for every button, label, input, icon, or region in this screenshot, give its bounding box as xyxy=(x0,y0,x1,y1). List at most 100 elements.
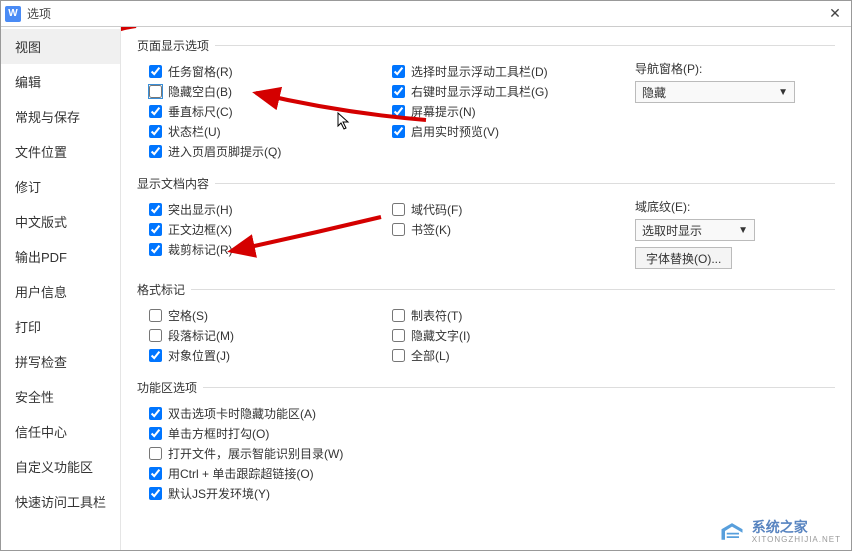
mouse-cursor-icon xyxy=(337,112,353,135)
sidebar-item[interactable]: 中文版式 xyxy=(1,204,120,239)
checkbox-option[interactable]: 双击选项卡时隐藏功能区(A) xyxy=(149,405,835,422)
checkbox-input[interactable] xyxy=(149,329,162,342)
sidebar-item[interactable]: 修订 xyxy=(1,169,120,204)
checkbox-label: 状态栏(U) xyxy=(168,123,221,140)
checkbox-label: 进入页眉页脚提示(Q) xyxy=(168,143,281,160)
checkbox-option[interactable]: 段落标记(M) xyxy=(149,327,392,344)
checkbox-input[interactable] xyxy=(392,309,405,322)
checkbox-input[interactable] xyxy=(392,223,405,236)
checkbox-option[interactable]: 空格(S) xyxy=(149,307,392,324)
checkbox-input[interactable] xyxy=(392,85,405,98)
sidebar-item[interactable]: 快速访问工具栏 xyxy=(1,484,120,519)
checkbox-input[interactable] xyxy=(149,223,162,236)
sidebar-item[interactable]: 用户信息 xyxy=(1,274,120,309)
checkbox-input[interactable] xyxy=(149,125,162,138)
checkbox-input[interactable] xyxy=(149,65,162,78)
checkbox-option[interactable]: 对象位置(J) xyxy=(149,347,392,364)
checkbox-input[interactable] xyxy=(149,487,162,500)
checkbox-option[interactable]: 书签(K) xyxy=(392,221,635,238)
checkbox-input[interactable] xyxy=(149,427,162,440)
watermark-text: 系统之家 xyxy=(752,519,808,535)
checkbox-label: 隐藏空白(B) xyxy=(168,83,232,100)
checkbox-input[interactable] xyxy=(392,125,405,138)
checkbox-option[interactable]: 正文边框(X) xyxy=(149,221,392,238)
sidebar-item[interactable]: 拼写检查 xyxy=(1,344,120,379)
close-icon[interactable]: ✕ xyxy=(823,2,847,26)
group-ribbon-options: 功能区选项 双击选项卡时隐藏功能区(A) 单击方框时打勾(O) 打开文件，展示智能识… xyxy=(137,379,835,507)
checkbox-label: 选择时显示浮动工具栏(D) xyxy=(411,63,548,80)
checkbox-option[interactable]: 进入页眉页脚提示(Q) xyxy=(149,143,392,160)
nav-pane-label: 导航窗格(P): xyxy=(635,60,835,77)
checkbox-option[interactable]: 全部(L) xyxy=(392,347,635,364)
checkbox-input[interactable] xyxy=(149,407,162,420)
group-doc-content: 显示文档内容 突出显示(H) 正文边框(X) 裁剪标记(R) 域代码(F) 书签(K)… xyxy=(137,175,835,271)
checkbox-input[interactable] xyxy=(149,85,162,98)
checkbox-option[interactable]: 任务窗格(R) xyxy=(149,63,392,80)
checkbox-input[interactable] xyxy=(392,329,405,342)
sidebar-item[interactable]: 打印 xyxy=(1,309,120,344)
checkbox-label: 任务窗格(R) xyxy=(168,63,233,80)
checkbox-option[interactable]: 打开文件，展示智能识别目录(W) xyxy=(149,445,835,462)
checkbox-input[interactable] xyxy=(149,105,162,118)
checkbox-label: 空格(S) xyxy=(168,307,208,324)
watermark: 系统之家 XITONGZHIJIA.NET xyxy=(718,517,841,544)
sidebar-item[interactable]: 视图 xyxy=(1,29,120,64)
title-bar: W 选项 ✕ xyxy=(1,1,851,27)
sidebar-item[interactable]: 编辑 xyxy=(1,64,120,99)
sidebar-item[interactable]: 输出PDF xyxy=(1,239,120,274)
checkbox-option[interactable]: 裁剪标记(R) xyxy=(149,241,392,258)
checkbox-input[interactable] xyxy=(392,105,405,118)
checkbox-input[interactable] xyxy=(149,349,162,362)
sidebar-item[interactable]: 常规与保存 xyxy=(1,99,120,134)
checkbox-label: 用Ctrl + 单击跟踪超链接(O) xyxy=(168,465,314,482)
sidebar-item[interactable]: 文件位置 xyxy=(1,134,120,169)
group-title: 格式标记 xyxy=(137,281,191,298)
checkbox-label: 书签(K) xyxy=(411,221,451,238)
window-title: 选项 xyxy=(27,5,51,22)
checkbox-label: 制表符(T) xyxy=(411,307,462,324)
checkbox-input[interactable] xyxy=(392,203,405,216)
checkbox-label: 屏幕提示(N) xyxy=(411,103,476,120)
checkbox-option[interactable]: 垂直标尺(C) xyxy=(149,103,392,120)
checkbox-input[interactable] xyxy=(149,203,162,216)
checkbox-input[interactable] xyxy=(149,145,162,158)
checkbox-label: 正文边框(X) xyxy=(168,221,232,238)
checkbox-input[interactable] xyxy=(149,309,162,322)
content-pane: 页面显示选项 任务窗格(R)隐藏空白(B)垂直标尺(C)状态栏(U)进入页眉页脚… xyxy=(121,27,851,550)
checkbox-option[interactable]: 突出显示(H) xyxy=(149,201,392,218)
group-title: 显示文档内容 xyxy=(137,175,215,192)
checkbox-label: 突出显示(H) xyxy=(168,201,233,218)
checkbox-option[interactable]: 域代码(F) xyxy=(392,201,635,218)
checkbox-option[interactable]: 制表符(T) xyxy=(392,307,635,324)
group-page-display: 页面显示选项 任务窗格(R)隐藏空白(B)垂直标尺(C)状态栏(U)进入页眉页脚… xyxy=(137,37,835,165)
checkbox-label: 对象位置(J) xyxy=(168,347,230,364)
checkbox-input[interactable] xyxy=(149,467,162,480)
sidebar-item[interactable]: 安全性 xyxy=(1,379,120,414)
checkbox-input[interactable] xyxy=(392,65,405,78)
checkbox-option[interactable]: 用Ctrl + 单击跟踪超链接(O) xyxy=(149,465,835,482)
nav-pane-select[interactable]: 隐藏 ▼ xyxy=(635,81,795,103)
sidebar-item[interactable]: 自定义功能区 xyxy=(1,449,120,484)
checkbox-option[interactable]: 右键时显示浮动工具栏(G) xyxy=(392,83,635,100)
checkbox-label: 隐藏文字(I) xyxy=(411,327,470,344)
checkbox-option[interactable]: 隐藏文字(I) xyxy=(392,327,635,344)
checkbox-option[interactable]: 单击方框时打勾(O) xyxy=(149,425,835,442)
checkbox-input[interactable] xyxy=(149,243,162,256)
checkbox-option[interactable]: 选择时显示浮动工具栏(D) xyxy=(392,63,635,80)
checkbox-option[interactable]: 状态栏(U) xyxy=(149,123,392,140)
watermark-subtext: XITONGZHIJIA.NET xyxy=(752,535,841,544)
sidebar-item[interactable]: 信任中心 xyxy=(1,414,120,449)
checkbox-option[interactable]: 默认JS开发环境(Y) xyxy=(149,485,835,502)
checkbox-option[interactable]: 启用实时预览(V) xyxy=(392,123,635,140)
app-icon: W xyxy=(5,6,21,22)
group-title: 功能区选项 xyxy=(137,379,203,396)
checkbox-input[interactable] xyxy=(149,447,162,460)
field-shading-select[interactable]: 选取时显示 ▼ xyxy=(635,219,755,241)
font-substitution-button[interactable]: 字体替换(O)... xyxy=(635,247,732,269)
checkbox-option[interactable]: 屏幕提示(N) xyxy=(392,103,635,120)
caret-down-icon: ▼ xyxy=(778,87,788,98)
checkbox-label: 单击方框时打勾(O) xyxy=(168,425,269,442)
checkbox-option[interactable]: 隐藏空白(B) xyxy=(149,83,392,100)
checkbox-input[interactable] xyxy=(392,349,405,362)
checkbox-label: 垂直标尺(C) xyxy=(168,103,233,120)
